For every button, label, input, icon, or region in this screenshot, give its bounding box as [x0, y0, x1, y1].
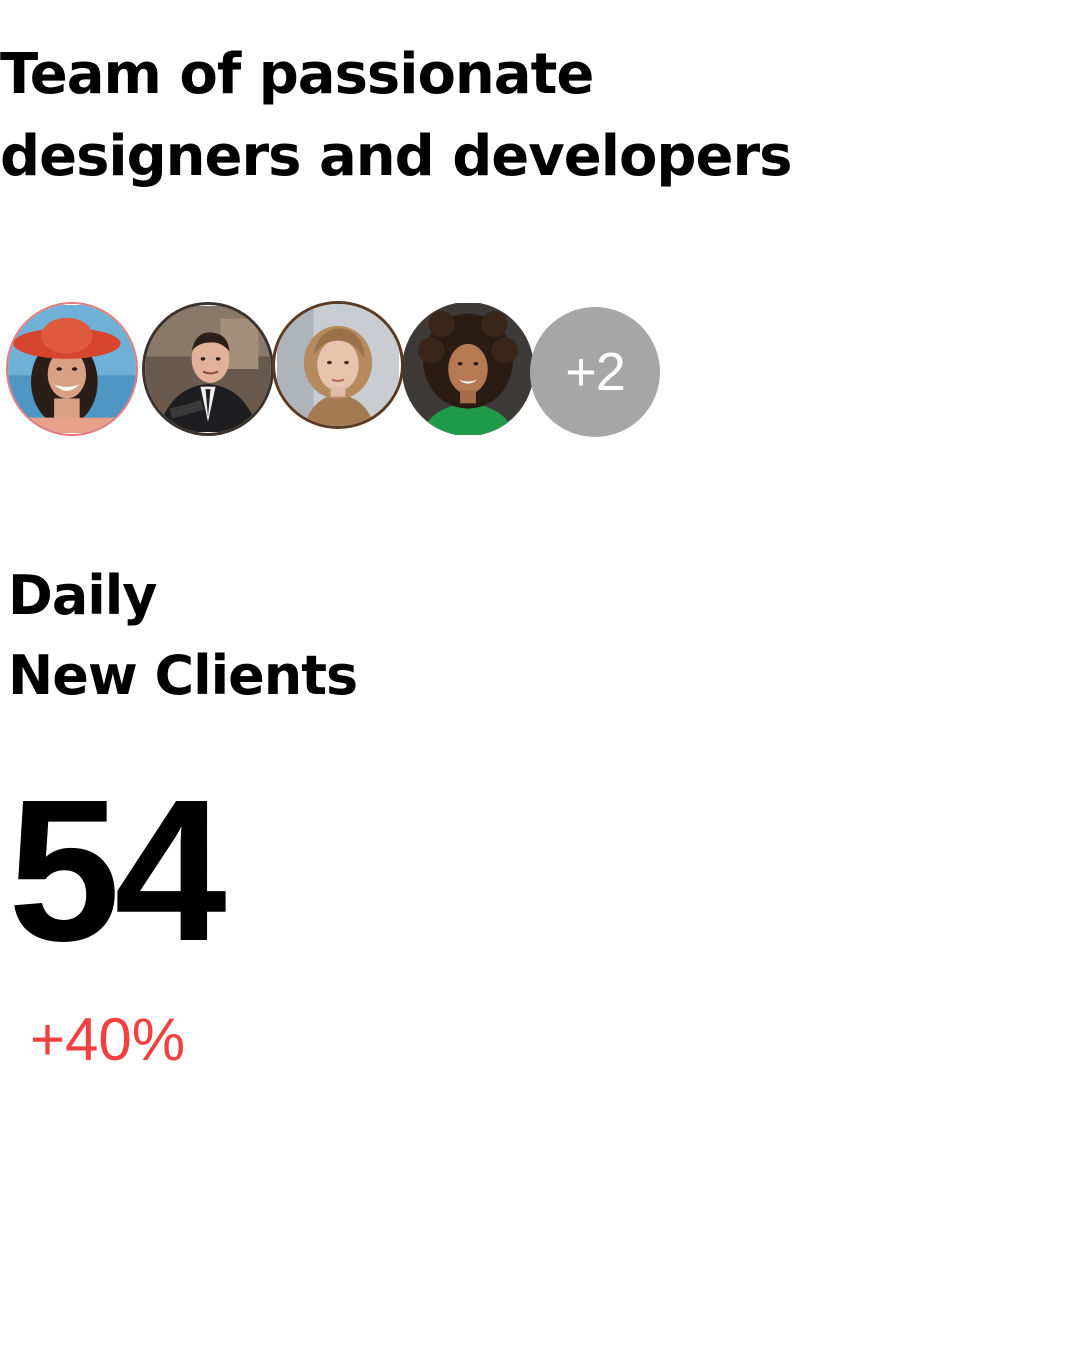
woman-in-sun-hat-avatar-image	[8, 305, 136, 433]
daily-new-clients-value: 54	[8, 757, 227, 983]
metric-title-line-1: Daily	[8, 564, 157, 627]
growth-percentage: +40%	[30, 1006, 186, 1073]
headline-line-2: designers and developers	[0, 124, 792, 189]
team-avatar-2[interactable]	[142, 302, 274, 436]
woman-with-curly-hair-avatar-image	[402, 303, 534, 435]
team-avatar-4[interactable]	[402, 302, 534, 436]
team-avatar-1[interactable]	[6, 302, 138, 436]
metric-title-line-2: New Clients	[8, 644, 358, 707]
man-in-suit-avatar-image	[145, 306, 271, 432]
headline-line-1: Team of passionate	[0, 42, 594, 107]
team-avatar-group[interactable]: +2	[6, 301, 666, 442]
team-avatar-3[interactable]	[272, 301, 404, 429]
woman-with-bob-haircut-avatar-image	[277, 304, 399, 426]
more-members-badge[interactable]: +2	[530, 307, 660, 437]
metric-title: Daily New Clients	[8, 556, 358, 716]
page-headline: Team of passionate designers and develop…	[0, 34, 792, 198]
